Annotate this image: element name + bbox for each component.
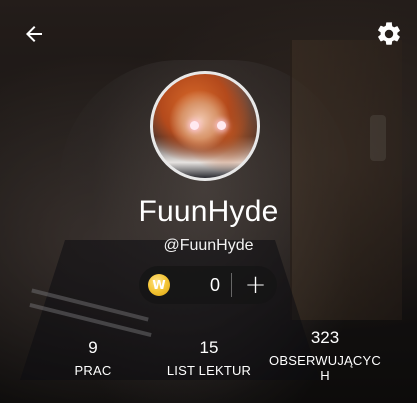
- coin-divider: [231, 273, 232, 297]
- stat-reading-lists[interactable]: 15 LIST LEKTUR: [160, 338, 258, 378]
- stat-followers[interactable]: 323 OBSERWUJĄCYC H: [268, 328, 382, 383]
- stat-followers-value: 323: [310, 328, 340, 347]
- username: FuunHyde: [138, 195, 279, 228]
- profile-header: FuunHyde @FuunHyde W 0 + 9 PRAC 15 LIST …: [0, 0, 417, 403]
- stat-works-value: 9: [88, 338, 98, 357]
- back-button[interactable]: [20, 20, 48, 48]
- settings-button[interactable]: [375, 20, 403, 48]
- user-handle: @FuunHyde: [163, 237, 254, 254]
- stat-works-label: PRAC: [74, 363, 112, 378]
- arrow-left-icon: [26, 26, 42, 42]
- coin-w-icon: W: [148, 274, 170, 296]
- add-coins-button[interactable]: +: [234, 266, 277, 304]
- coin-balance-pill: W 0 +: [139, 266, 277, 304]
- avatar-eye: [190, 121, 199, 130]
- avatar[interactable]: [150, 71, 260, 181]
- stat-followers-label: OBSERWUJĄCYC H: [269, 353, 381, 383]
- stat-works[interactable]: 9 PRAC: [60, 338, 126, 378]
- avatar-eye: [217, 121, 226, 130]
- stat-reading-lists-label: LIST LEKTUR: [166, 363, 252, 378]
- stat-reading-lists-value: 15: [199, 338, 219, 357]
- gear-icon: [378, 22, 400, 45]
